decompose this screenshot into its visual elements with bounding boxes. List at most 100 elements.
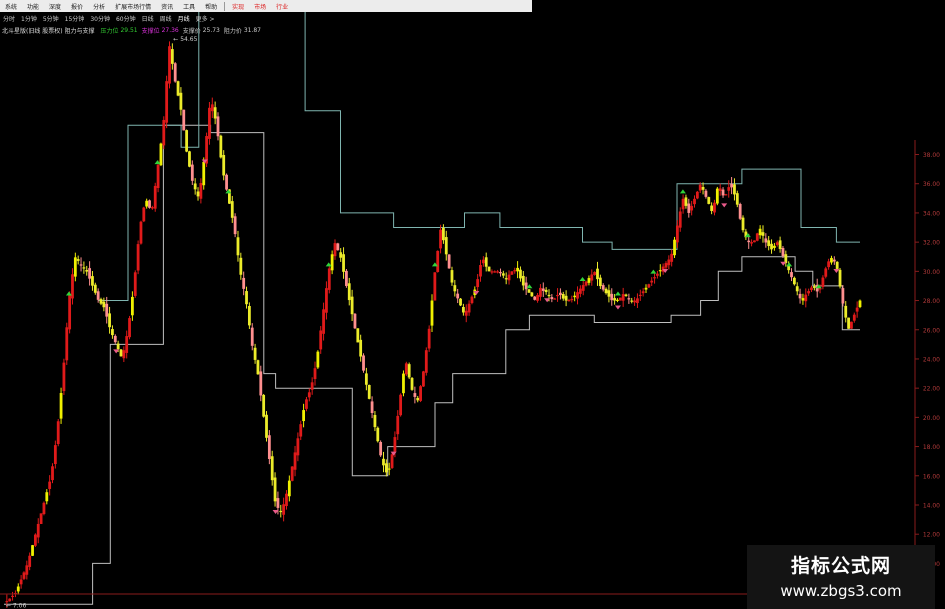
candle-body [604, 288, 608, 294]
buy-arrow-icon [650, 269, 657, 274]
candle-body [835, 261, 839, 269]
candle-body [675, 225, 679, 243]
candle-body [296, 438, 300, 456]
candle-body [547, 294, 551, 297]
menu-item[interactable]: 资讯 [156, 2, 178, 11]
candle-body [79, 264, 83, 266]
candle-body [259, 371, 263, 396]
period-tab[interactable]: 1分钟 [18, 14, 40, 23]
buy-arrow-icon [679, 189, 686, 194]
menu-item[interactable]: 深度 [44, 2, 66, 11]
candle-body [416, 397, 420, 401]
candle-body [111, 329, 114, 336]
candle-body [430, 300, 434, 326]
menu-item[interactable]: 实现 [227, 2, 249, 11]
candle-body [621, 294, 625, 301]
candle-body [256, 360, 260, 375]
y-tick-label: 20.00 [923, 415, 940, 422]
candle-body [19, 579, 23, 585]
candle-body [216, 116, 220, 137]
candle-body [770, 243, 773, 250]
candle-body [267, 435, 271, 459]
candle-body [573, 295, 577, 298]
period-tab[interactable]: 5分钟 [40, 14, 62, 23]
candle-body [302, 410, 305, 422]
menu-item[interactable]: 工具 [178, 2, 200, 11]
candle-body [747, 240, 751, 243]
candle-body [467, 303, 471, 313]
kline-chart[interactable]: 38.00 36.00 34.00 32.00 30.00 28.00 26.00 24.00… [0, 0, 945, 609]
candle-body [673, 239, 676, 256]
candle-body [447, 254, 451, 269]
y-tick-label: 36.00 [923, 181, 940, 188]
candle-body [173, 63, 177, 82]
candle-body [336, 243, 340, 251]
candle-body [384, 463, 388, 473]
candle-body [102, 301, 106, 308]
candle-body [31, 545, 34, 556]
candle-body [656, 273, 659, 276]
support-label: 支撑位 [141, 27, 160, 35]
candle-body [550, 297, 554, 300]
candle-body [450, 270, 454, 283]
menu-item[interactable]: 市场 [249, 2, 271, 11]
candle-body [556, 294, 559, 297]
candle-body [410, 377, 414, 390]
candle-body [493, 271, 497, 273]
menu-item[interactable]: 扩展市场行情 [110, 2, 156, 11]
candle-body [516, 267, 519, 272]
candle-body [356, 328, 360, 343]
candle-body [767, 240, 771, 247]
menu-item[interactable]: 功能 [22, 2, 44, 11]
candle-body [407, 364, 411, 378]
candle-body [519, 269, 522, 279]
candle-body [610, 293, 614, 301]
candle-body [778, 240, 782, 249]
period-tab[interactable]: 分时 [0, 14, 18, 23]
candle-body [122, 350, 126, 359]
period-tab[interactable]: 30分钟 [87, 14, 113, 23]
candle-body [790, 272, 793, 278]
period-tab[interactable]: 周线 [157, 14, 175, 23]
menu-item[interactable]: 行业 [271, 2, 293, 11]
candle-body [133, 272, 137, 296]
candle-body [162, 119, 166, 146]
candle-body [735, 193, 739, 205]
candle-body [142, 207, 146, 222]
watermark-logo: 指标公式网 www.zbgs3.com [747, 545, 935, 609]
menu-item[interactable]: 帮助 [200, 2, 222, 11]
y-tick-label: 12.00 [923, 532, 940, 539]
candle-body [350, 296, 354, 315]
candle-body [801, 298, 805, 301]
period-tab[interactable]: 月线 [175, 14, 193, 23]
candle-body [327, 268, 331, 290]
candle-body [253, 347, 257, 360]
period-tab[interactable]: 日线 [139, 14, 157, 23]
menu-item[interactable]: 分析 [88, 2, 110, 11]
candle-body [530, 292, 534, 297]
period-tab[interactable]: 15分钟 [62, 14, 88, 23]
resistance-label: 压力位 [100, 27, 119, 35]
menu-item[interactable]: 系统 [0, 2, 22, 11]
period-tab[interactable]: 更多 > [193, 14, 218, 23]
period-tab[interactable]: 60分钟 [113, 14, 139, 23]
resist2-value: 31.87 [243, 26, 261, 34]
candle-body [761, 232, 765, 236]
candle-body [153, 185, 157, 209]
candle-body [236, 237, 240, 256]
candle-body [387, 468, 391, 470]
candle-body [521, 275, 525, 286]
candle-body [481, 259, 485, 264]
support-value: 27.36 [161, 26, 179, 34]
candle-body [91, 276, 94, 286]
candle-body [510, 271, 514, 275]
y-tick-label: 14.00 [923, 502, 940, 509]
candle-body [627, 298, 631, 300]
candle-body [422, 371, 425, 387]
candle-body [755, 233, 759, 241]
candle-body [476, 279, 480, 288]
candle-body [359, 339, 363, 357]
candle-body [390, 454, 394, 468]
candle-body [576, 292, 579, 299]
menu-item[interactable]: 报价 [66, 2, 88, 11]
